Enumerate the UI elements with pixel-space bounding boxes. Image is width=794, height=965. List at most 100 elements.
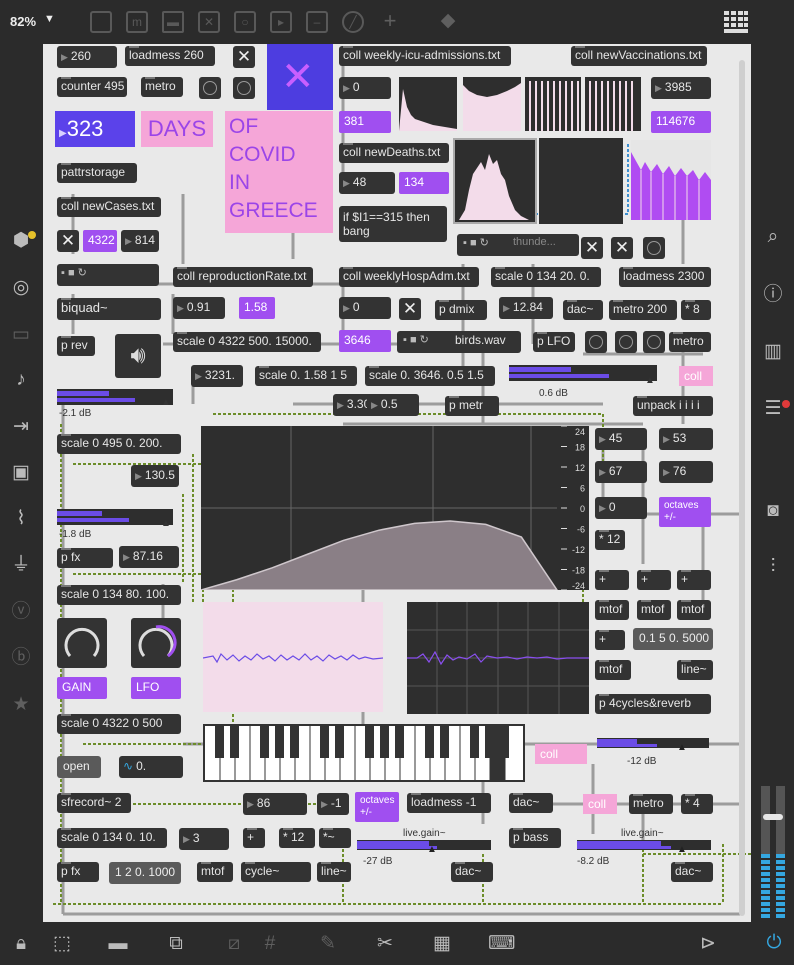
counter-495[interactable]: counter 495	[57, 77, 127, 97]
times-12-right[interactable]: * 12	[595, 530, 625, 550]
add-object-icon[interactable]: +	[378, 10, 402, 32]
p-bass[interactable]: p bass	[509, 828, 561, 848]
number-0-91[interactable]: ▶ 0.91	[173, 297, 225, 319]
scale-495[interactable]: scale 0 495 0. 200.	[57, 434, 181, 454]
new-toggle-icon[interactable]: ✕	[198, 11, 220, 33]
playlist-controls-icon[interactable]: ▪ ■ ↻	[61, 266, 87, 279]
dac-1[interactable]: dac~	[563, 300, 603, 320]
sig-number[interactable]: ∿ 0.	[119, 756, 183, 778]
sfrecord[interactable]: sfrecord~ 2	[57, 793, 131, 813]
plus-bottom[interactable]: +	[243, 828, 265, 848]
paint-bucket-icon[interactable]: ◆	[436, 10, 460, 32]
gain-meter-2[interactable]	[57, 509, 173, 525]
times-8[interactable]: * 8	[681, 300, 711, 320]
coll-newvaccinations[interactable]: coll newVaccinations.txt	[571, 46, 707, 66]
plus-4[interactable]: +	[595, 630, 625, 650]
mtof-1[interactable]: mtof	[595, 600, 629, 620]
biquad[interactable]: biquad~	[57, 298, 161, 320]
number-381[interactable]: 381	[339, 111, 391, 133]
scale-134-20[interactable]: scale 0 134 20. 0.	[491, 267, 601, 287]
new-slider-icon[interactable]: –	[306, 11, 328, 33]
piano-keyboard[interactable]	[203, 724, 525, 782]
number-1-58[interactable]: 1.58	[239, 297, 275, 319]
plus-1[interactable]: +	[595, 570, 629, 590]
loadmess-2300[interactable]: loadmess 2300	[619, 267, 711, 287]
number-0-pitch[interactable]: ▶ 0	[595, 497, 647, 519]
search-icon[interactable]: ⌕	[761, 226, 785, 248]
dac-3[interactable]: dac~	[451, 862, 493, 882]
metro-200[interactable]: metro 200	[609, 300, 677, 320]
camera-icon[interactable]: ◙	[761, 500, 785, 522]
number-814[interactable]: ▶ 814	[121, 230, 159, 252]
number-86[interactable]: ▶ 86	[243, 793, 307, 815]
keyboard-icon[interactable]: ⌨	[488, 933, 515, 955]
gain-meter-3[interactable]	[509, 365, 657, 381]
loadmess-260[interactable]: loadmess 260	[125, 46, 215, 66]
p-4cycles-reverb[interactable]: p 4cycles&reverb	[595, 694, 711, 714]
presentation-icon[interactable]: ⬚	[50, 933, 74, 955]
playlist-birds[interactable]: ▪ ■ ↻ birds.wav	[397, 331, 521, 353]
bpatcher-icon[interactable]: ⓑ	[9, 647, 33, 669]
toggle-4[interactable]: ✕	[611, 237, 633, 259]
p-fx-2[interactable]: p fx	[57, 862, 99, 882]
gain-dial[interactable]	[57, 618, 107, 668]
pin-icon[interactable]: ✎	[316, 933, 340, 955]
coll-pink-3[interactable]: coll	[583, 794, 617, 814]
live-gain-1[interactable]	[597, 738, 709, 748]
live-gain-2[interactable]	[357, 840, 491, 850]
times-tilde[interactable]: *~	[319, 828, 351, 848]
coll-newdeaths[interactable]: coll newDeaths.txt	[339, 143, 449, 163]
number-45[interactable]: ▶ 45	[595, 428, 647, 450]
pattrstorage[interactable]: pattrstorage	[57, 163, 137, 183]
p-lfo[interactable]: p LFO	[533, 332, 575, 352]
multislider-1[interactable]	[399, 77, 457, 131]
dac-4[interactable]: dac~	[671, 862, 713, 882]
number-minus-1[interactable]: ▶ -1	[317, 793, 349, 815]
loadmess-minus-1[interactable]: loadmess -1	[407, 793, 491, 813]
playlist-1[interactable]: ▪ ■ ↻	[57, 264, 159, 286]
lock-icon[interactable]: 🔒︎	[9, 933, 33, 955]
hide-icon[interactable]: ⧄	[222, 933, 246, 955]
number-53[interactable]: ▶ 53	[659, 428, 713, 450]
multislider-3[interactable]	[525, 77, 581, 131]
number-4322[interactable]: 4322	[83, 230, 117, 252]
number-3[interactable]: ▶ 3	[179, 828, 229, 850]
metro-3[interactable]: metro	[629, 794, 673, 814]
image-icon[interactable]: ▣	[9, 462, 33, 484]
mtof-2[interactable]: mtof	[637, 600, 671, 620]
new-number-icon[interactable]: ▸	[270, 11, 292, 33]
plus-3[interactable]: +	[677, 570, 711, 590]
toggle-1[interactable]: ✕	[233, 46, 255, 68]
scale-134-80[interactable]: scale 0 134 80. 100.	[57, 585, 181, 605]
p-rev[interactable]: p rev	[57, 336, 95, 356]
number-134[interactable]: 134	[399, 172, 449, 194]
new-message-icon[interactable]: m	[126, 11, 148, 33]
play-icon[interactable]: ⊳	[696, 933, 720, 955]
grid-icon[interactable]: #	[258, 933, 282, 955]
gain-meter-1[interactable]	[57, 389, 173, 405]
number-12-84[interactable]: ▶ 12.84	[499, 297, 553, 319]
mtof-3[interactable]: mtof	[677, 600, 711, 620]
coll-pink-1[interactable]: coll	[679, 366, 713, 386]
line-right[interactable]: line~	[677, 660, 713, 680]
clip-icon[interactable]: ⌇	[9, 508, 33, 530]
multislider-4[interactable]	[585, 77, 641, 131]
line-bottom[interactable]: line~	[317, 862, 351, 882]
target-icon[interactable]: ◎	[9, 277, 33, 299]
playlist-birds-controls-icon[interactable]: ▪ ■ ↻	[403, 333, 429, 346]
mtof-bottom[interactable]: mtof	[197, 862, 233, 882]
scale-134-0-10[interactable]: scale 0 134 0. 10.	[57, 828, 167, 848]
book-icon[interactable]: ▥	[761, 341, 785, 363]
coll-newcases[interactable]: coll newCases.txt	[57, 197, 161, 217]
master-level-meter[interactable]	[761, 786, 787, 920]
scale-1-58[interactable]: scale 0. 1.58 1 5	[255, 366, 357, 386]
playlist-thunder[interactable]: ▪ ■ ↻ thunde...	[457, 234, 579, 256]
bang-5[interactable]	[615, 331, 637, 353]
lfo-dial[interactable]	[131, 618, 181, 668]
coll-icu[interactable]: coll weekly-icu-admissions.txt	[339, 46, 511, 66]
bang-6[interactable]	[643, 331, 665, 353]
p-fx[interactable]: p fx	[57, 548, 113, 568]
big-toggle[interactable]: ✕	[267, 44, 333, 110]
number-67[interactable]: ▶ 67	[595, 461, 647, 483]
number-3646[interactable]: 3646	[339, 330, 391, 352]
